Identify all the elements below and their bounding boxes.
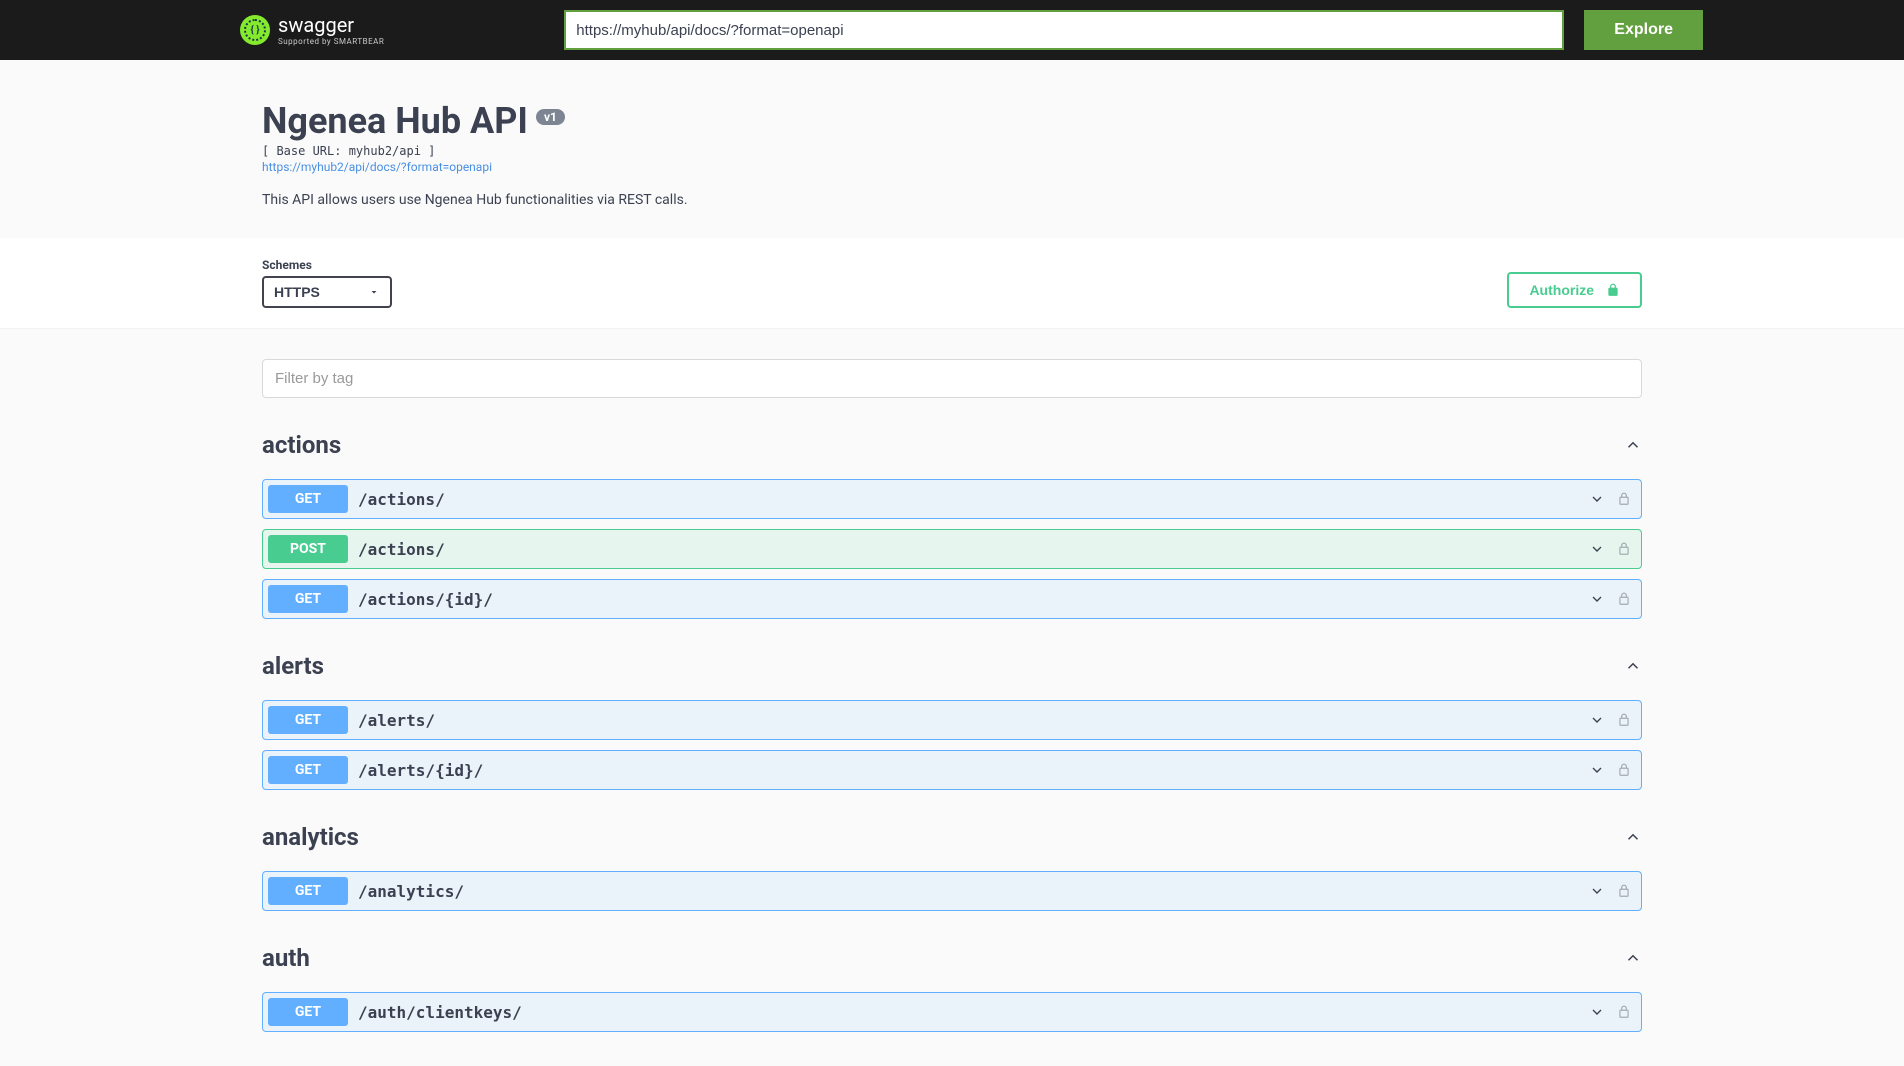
operation-controls [1589, 591, 1631, 607]
operation-row[interactable]: GET/auth/clientkeys/ [262, 992, 1642, 1032]
lock-icon[interactable] [1617, 542, 1631, 556]
api-info: Ngenea Hub API v1 [ Base URL: myhub2/api… [262, 60, 1642, 238]
schemes-label: Schemes [262, 258, 392, 272]
authorize-button[interactable]: Authorize [1507, 272, 1642, 308]
operation-path: /actions/ [358, 540, 1589, 559]
lock-icon[interactable] [1617, 1005, 1631, 1019]
chevron-down-icon [1589, 491, 1605, 507]
operation-path: /alerts/ [358, 711, 1589, 730]
chevron-up-icon [1624, 949, 1642, 967]
chevron-down-icon [1589, 712, 1605, 728]
spec-link[interactable]: https://myhub2/api/docs/?format=openapi [262, 160, 1642, 174]
logo-subtext: Supported by SMARTBEAR [278, 37, 384, 46]
operation-row[interactable]: POST/actions/ [262, 529, 1642, 569]
chevron-down-icon [1589, 591, 1605, 607]
authorize-label: Authorize [1529, 282, 1594, 298]
tag-section-alerts: alerts GET/alerts/GET/alerts/{id}/ [262, 644, 1642, 790]
method-badge: GET [268, 485, 348, 513]
tag-section-auth: auth GET/auth/clientkeys/ [262, 936, 1642, 1032]
operation-path: /actions/{id}/ [358, 590, 1589, 609]
tag-name: actions [262, 431, 341, 459]
chevron-down-icon [1589, 1004, 1605, 1020]
tag-name: analytics [262, 823, 359, 851]
tag-header-analytics[interactable]: analytics [262, 815, 1642, 859]
operation-controls [1589, 883, 1631, 899]
operation-controls [1589, 1004, 1631, 1020]
operation-path: /actions/ [358, 490, 1589, 509]
operation-path: /analytics/ [358, 882, 1589, 901]
tag-name: auth [262, 944, 310, 972]
chevron-up-icon [1624, 436, 1642, 454]
logo-text: swagger [278, 15, 384, 35]
operation-controls [1589, 541, 1631, 557]
operations-list: GET/alerts/GET/alerts/{id}/ [262, 700, 1642, 790]
operation-controls [1589, 712, 1631, 728]
lock-icon [1606, 283, 1620, 297]
api-title: Ngenea Hub API [262, 100, 528, 142]
swagger-logo-icon: { } [240, 15, 270, 45]
tag-section-analytics: analytics GET/analytics/ [262, 815, 1642, 911]
lock-icon[interactable] [1617, 763, 1631, 777]
operation-controls [1589, 491, 1631, 507]
lock-icon[interactable] [1617, 592, 1631, 606]
operation-row[interactable]: GET/alerts/{id}/ [262, 750, 1642, 790]
chevron-down-icon [1589, 541, 1605, 557]
lock-icon[interactable] [1617, 713, 1631, 727]
tag-header-actions[interactable]: actions [262, 423, 1642, 467]
lock-icon[interactable] [1617, 492, 1631, 506]
chevron-down-icon [1589, 762, 1605, 778]
operations-list: GET/actions/POST/actions/GET/actions/{id… [262, 479, 1642, 619]
method-badge: GET [268, 877, 348, 905]
operation-path: /auth/clientkeys/ [358, 1003, 1589, 1022]
operations-list: GET/auth/clientkeys/ [262, 992, 1642, 1032]
swagger-logo[interactable]: { } swagger Supported by SMARTBEAR [240, 15, 384, 46]
explore-button[interactable]: Explore [1584, 10, 1703, 50]
method-badge: GET [268, 998, 348, 1026]
base-url: [ Base URL: myhub2/api ] [262, 144, 1642, 158]
version-badge: v1 [536, 109, 565, 125]
operation-path: /alerts/{id}/ [358, 761, 1589, 780]
tag-section-actions: actions GET/actions/POST/actions/GET/acti… [262, 423, 1642, 619]
operation-row[interactable]: GET/alerts/ [262, 700, 1642, 740]
tag-header-alerts[interactable]: alerts [262, 644, 1642, 688]
operation-controls [1589, 762, 1631, 778]
topbar: { } swagger Supported by SMARTBEAR Explo… [0, 0, 1904, 60]
method-badge: POST [268, 535, 348, 563]
schemes-select[interactable]: HTTPS [262, 276, 392, 308]
method-badge: GET [268, 585, 348, 613]
chevron-up-icon [1624, 828, 1642, 846]
operation-row[interactable]: GET/actions/{id}/ [262, 579, 1642, 619]
spec-url-input[interactable] [564, 10, 1564, 50]
tag-header-auth[interactable]: auth [262, 936, 1642, 980]
chevron-up-icon [1624, 657, 1642, 675]
chevron-down-icon [1589, 883, 1605, 899]
filter-input[interactable] [262, 359, 1642, 398]
scheme-section: Schemes HTTPS Authorize [0, 238, 1904, 329]
operations-list: GET/analytics/ [262, 871, 1642, 911]
operation-row[interactable]: GET/actions/ [262, 479, 1642, 519]
api-description: This API allows users use Ngenea Hub fun… [262, 192, 1642, 208]
tag-name: alerts [262, 652, 324, 680]
lock-icon[interactable] [1617, 884, 1631, 898]
method-badge: GET [268, 706, 348, 734]
operation-row[interactable]: GET/analytics/ [262, 871, 1642, 911]
method-badge: GET [268, 756, 348, 784]
